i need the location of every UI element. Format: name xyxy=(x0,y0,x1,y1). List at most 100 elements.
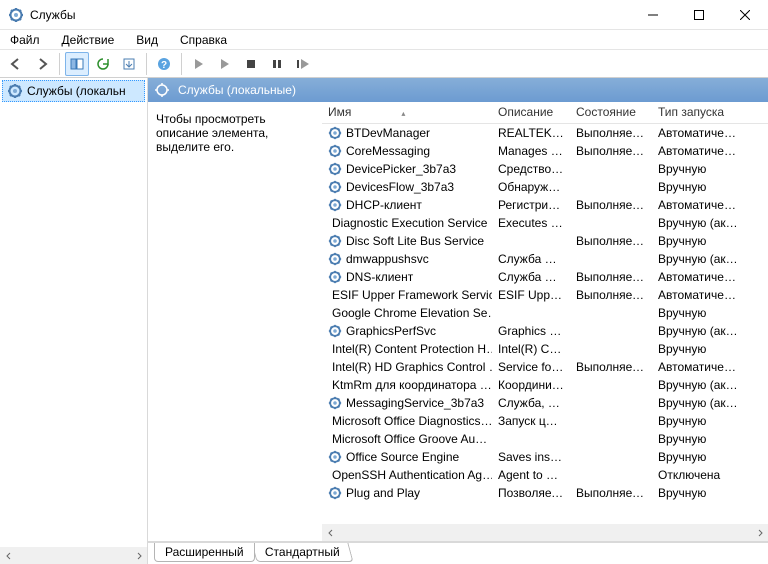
scroll-right-button[interactable] xyxy=(751,524,768,541)
service-startup: Автоматичес… xyxy=(652,360,744,374)
gear-icon xyxy=(328,324,342,338)
service-desc: Средство в… xyxy=(492,162,570,176)
gear-icon xyxy=(328,396,342,410)
table-row[interactable]: OpenSSH Authentication Ag…Agent to h…Отк… xyxy=(322,466,768,484)
tree-hscrollbar[interactable] xyxy=(0,547,147,564)
table-row[interactable]: GraphicsPerfSvcGraphics p…Вручную (ак… xyxy=(322,322,768,340)
table-row[interactable]: Intel(R) HD Graphics Control …Service fo… xyxy=(322,358,768,376)
tab-standard[interactable]: Стандартный xyxy=(251,543,353,562)
service-startup: Вручную xyxy=(652,414,744,428)
col-state[interactable]: Состояние xyxy=(570,102,652,123)
service-desc: Обнаруже… xyxy=(492,180,570,194)
separator xyxy=(181,53,182,75)
scroll-right-button[interactable] xyxy=(130,547,147,564)
service-name: Disc Soft Lite Bus Service xyxy=(346,234,484,248)
table-row[interactable]: Disc Soft Lite Bus ServiceВыполняетсяВру… xyxy=(322,232,768,250)
table-row[interactable]: DNS-клиентСлужба D…ВыполняетсяАвтоматиче… xyxy=(322,268,768,286)
service-startup: Автоматичес… xyxy=(652,270,744,284)
tree-item-services[interactable]: Службы (локальн xyxy=(2,80,145,102)
forward-button[interactable] xyxy=(30,52,54,76)
service-startup: Вручную (ак… xyxy=(652,252,744,266)
service-name: OpenSSH Authentication Ag… xyxy=(332,468,492,482)
menu-view[interactable]: Вид xyxy=(132,31,162,49)
table-row[interactable]: Plug and PlayПозволяет …ВыполняетсяВручн… xyxy=(322,484,768,502)
show-hide-tree-button[interactable] xyxy=(65,52,89,76)
back-button[interactable] xyxy=(4,52,28,76)
restart-button[interactable] xyxy=(291,52,315,76)
service-startup: Вручную xyxy=(652,450,744,464)
gear-icon xyxy=(328,486,342,500)
menu-action[interactable]: Действие xyxy=(58,31,119,49)
scroll-track[interactable] xyxy=(339,524,751,541)
service-startup: Вручную (ак… xyxy=(652,324,744,338)
service-startup: Вручную (ак… xyxy=(652,396,744,410)
svg-text:?: ? xyxy=(161,60,167,71)
menu-help[interactable]: Справка xyxy=(176,31,231,49)
service-name: Microsoft Office Diagnostics… xyxy=(332,414,492,428)
close-button[interactable] xyxy=(722,0,768,29)
detail-hint: Чтобы просмотреть описание элемента, выд… xyxy=(156,112,268,154)
table-row[interactable]: Diagnostic Execution ServiceExecutes di…… xyxy=(322,214,768,232)
table-row[interactable]: Intel(R) Content Protection H…Intel(R) C… xyxy=(322,340,768,358)
service-desc: Manages c… xyxy=(492,144,570,158)
service-startup: Вручную xyxy=(652,432,744,446)
minimize-button[interactable] xyxy=(630,0,676,29)
table-row[interactable]: MessagingService_3b7a3Служба, от…Вручную… xyxy=(322,394,768,412)
tab-extended[interactable]: Расширенный xyxy=(154,543,255,562)
scroll-left-button[interactable] xyxy=(0,547,17,564)
stop-button[interactable] xyxy=(239,52,263,76)
window-title: Службы xyxy=(30,8,75,22)
export-button[interactable] xyxy=(117,52,141,76)
refresh-button[interactable] xyxy=(91,52,115,76)
table-row[interactable]: DHCP-клиентРегистриру…ВыполняетсяАвтомат… xyxy=(322,196,768,214)
table-row[interactable]: DevicesFlow_3b7a3Обнаруже…Вручную xyxy=(322,178,768,196)
service-desc: Служба ма… xyxy=(492,252,570,266)
service-state: Выполняется xyxy=(570,198,652,212)
table-row[interactable]: ESIF Upper Framework ServiceESIF Upper …… xyxy=(322,286,768,304)
table-row[interactable]: CoreMessagingManages c…ВыполняетсяАвтома… xyxy=(322,142,768,160)
grid-hscrollbar[interactable] xyxy=(322,524,768,541)
start2-button[interactable] xyxy=(213,52,237,76)
pause-button[interactable] xyxy=(265,52,289,76)
service-desc: Служба D… xyxy=(492,270,570,284)
table-row[interactable]: Microsoft Office Diagnostics…Запуск цен…… xyxy=(322,412,768,430)
gear-icon xyxy=(328,450,342,464)
table-row[interactable]: DevicePicker_3b7a3Средство в…Вручную xyxy=(322,160,768,178)
start-button[interactable] xyxy=(187,52,211,76)
col-startup[interactable]: Тип запуска xyxy=(652,102,744,123)
service-name: BTDevManager xyxy=(346,126,430,140)
table-row[interactable]: Office Source EngineSaves instal…Вручную xyxy=(322,448,768,466)
table-row[interactable]: Microsoft Office Groove Au… Вручную xyxy=(322,430,768,448)
table-row[interactable]: dmwappushsvcСлужба ма…Вручную (ак… xyxy=(322,250,768,268)
menu-file[interactable]: Файл xyxy=(6,31,44,49)
service-state: Выполняется xyxy=(570,234,652,248)
gear-icon xyxy=(7,83,23,99)
separator xyxy=(59,53,60,75)
table-row[interactable]: BTDevManagerREALTEK Bl…ВыполняетсяАвтома… xyxy=(322,124,768,142)
service-desc: Service for I… xyxy=(492,360,570,374)
scroll-track[interactable] xyxy=(17,547,130,564)
table-row[interactable]: Google Chrome Elevation Se…Вручную xyxy=(322,304,768,322)
service-name: Microsoft Office Groove Au… xyxy=(332,432,487,446)
maximize-button[interactable] xyxy=(676,0,722,29)
help-button[interactable]: ? xyxy=(152,52,176,76)
service-desc: Agent to h… xyxy=(492,468,570,482)
gear-icon xyxy=(328,162,342,176)
service-desc: Служба, от… xyxy=(492,396,570,410)
col-name[interactable]: Имя xyxy=(322,102,492,123)
col-desc[interactable]: Описание xyxy=(492,102,570,123)
service-name: CoreMessaging xyxy=(346,144,430,158)
gear-icon xyxy=(328,252,342,266)
gear-icon xyxy=(328,270,342,284)
service-state: Выполняется xyxy=(570,270,652,284)
services-grid: Имя Описание Состояние Тип запуска BTDev… xyxy=(322,102,768,541)
view-tabs: Расширенный Стандартный xyxy=(148,542,768,564)
menu-bar: Файл Действие Вид Справка xyxy=(0,30,768,50)
list-header-title: Службы (локальные) xyxy=(178,83,296,97)
service-startup: Автоматичес… xyxy=(652,288,744,302)
service-desc: Координи… xyxy=(492,378,570,392)
table-row[interactable]: KtmRm для координатора …Координи…Вручную… xyxy=(322,376,768,394)
service-name: DHCP-клиент xyxy=(346,198,422,212)
scroll-left-button[interactable] xyxy=(322,524,339,541)
service-desc: ESIF Upper … xyxy=(492,288,570,302)
